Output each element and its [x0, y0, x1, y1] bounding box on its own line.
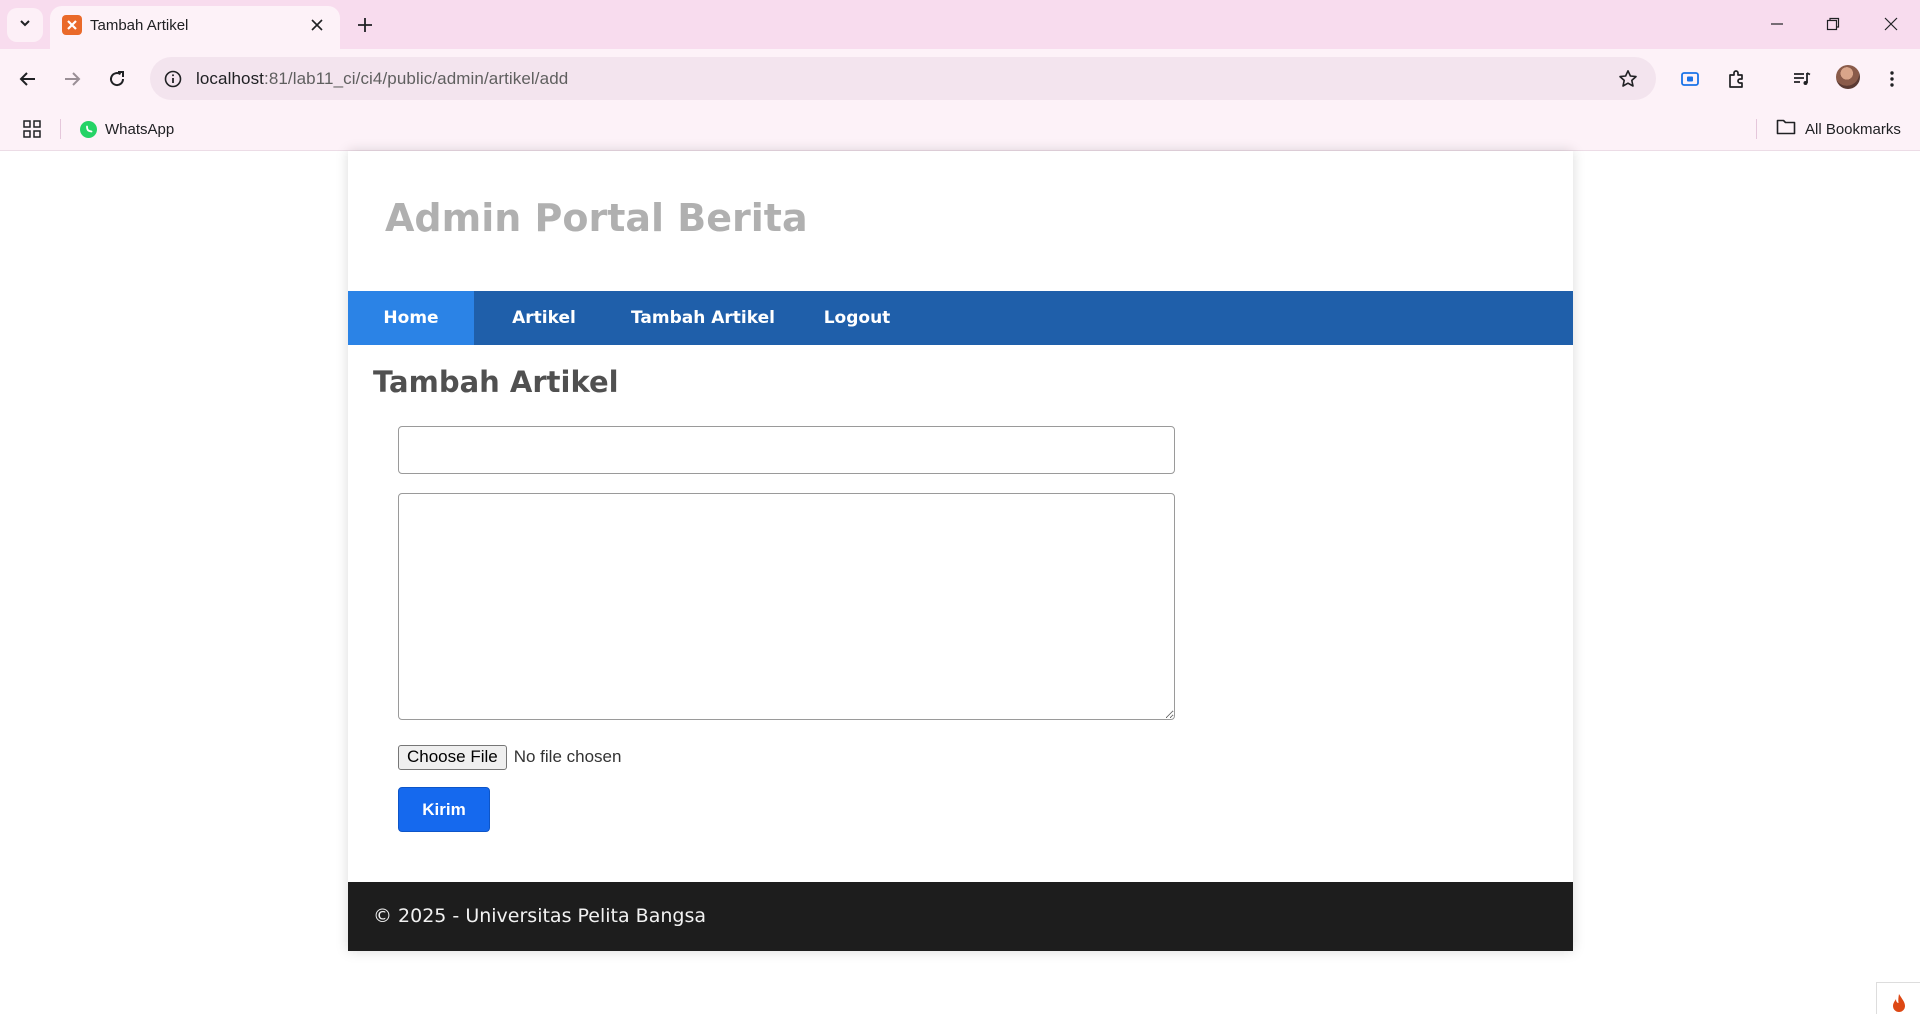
profile-avatar[interactable]	[1836, 65, 1860, 89]
site-info-icon[interactable]	[162, 68, 184, 90]
folder-icon	[1776, 118, 1796, 140]
nav-artikel[interactable]: Artikel	[474, 291, 614, 345]
footer-text: © 2025 - Universitas Pelita Bangsa	[373, 905, 706, 927]
page-heading: Tambah Artikel	[373, 365, 619, 399]
arrow-left-icon	[19, 72, 35, 86]
browser-tab-strip: Tambah Artikel	[0, 0, 1920, 49]
more-menu-icon[interactable]	[1876, 63, 1908, 95]
main-nav: Home Artikel Tambah Artikel Logout	[348, 291, 1573, 345]
media-control-icon[interactable]	[1786, 63, 1818, 95]
chevron-down-icon	[18, 16, 32, 35]
screencast-icon[interactable]	[1674, 63, 1706, 95]
url-text: localhost:81/lab11_ci/ci4/public/admin/a…	[196, 69, 568, 89]
debug-toolbar-icon[interactable]	[1876, 982, 1920, 1014]
xampp-favicon-icon	[62, 15, 82, 35]
article-content-textarea[interactable]	[398, 493, 1175, 720]
browser-toolbar: localhost:81/lab11_ci/ci4/public/admin/a…	[0, 49, 1920, 108]
reload-button[interactable]	[101, 63, 133, 95]
close-icon	[1884, 17, 1898, 31]
star-icon[interactable]	[1616, 67, 1640, 91]
forward-button[interactable]	[56, 63, 88, 95]
extensions-icon[interactable]	[1720, 63, 1752, 95]
article-title-input[interactable]	[398, 426, 1175, 474]
submit-button[interactable]: Kirim	[398, 787, 490, 832]
restore-button[interactable]	[1813, 8, 1853, 40]
arrow-right-icon	[65, 72, 81, 86]
close-window-button[interactable]	[1871, 8, 1911, 40]
whatsapp-icon	[80, 120, 97, 138]
site-title: Admin Portal Berita	[385, 196, 808, 240]
page-container: Admin Portal Berita Home Artikel Tambah …	[348, 151, 1573, 951]
file-upload: Choose File No file chosen	[398, 744, 621, 770]
restore-icon	[1826, 17, 1840, 31]
new-tab-button[interactable]	[352, 12, 378, 38]
apps-grid-icon[interactable]	[20, 117, 44, 141]
tab-search-button[interactable]	[7, 8, 43, 42]
plus-icon	[358, 18, 372, 32]
nav-home[interactable]: Home	[348, 291, 474, 345]
all-bookmarks-label: All Bookmarks	[1805, 120, 1901, 138]
bookmarks-divider	[1756, 119, 1757, 139]
browser-tab-active[interactable]: Tambah Artikel	[50, 6, 340, 49]
file-status-text: No file chosen	[513, 747, 622, 766]
tab-title: Tambah Artikel	[90, 17, 189, 34]
url-host: localhost	[196, 69, 264, 88]
bookmark-whatsapp[interactable]: WhatsApp	[80, 117, 174, 141]
nav-logout[interactable]: Logout	[792, 291, 922, 345]
reload-icon	[110, 71, 125, 87]
site-footer: © 2025 - Universitas Pelita Bangsa	[348, 882, 1573, 951]
bookmark-whatsapp-label: WhatsApp	[105, 120, 175, 138]
close-icon[interactable]	[306, 14, 328, 36]
minimize-button[interactable]	[1757, 8, 1797, 40]
site-header: Admin Portal Berita	[348, 151, 1573, 291]
bookmarks-bar: WhatsApp All Bookmarks	[0, 108, 1920, 151]
bookmarks-divider	[60, 119, 61, 139]
choose-file-button[interactable]: Choose File	[398, 744, 507, 770]
all-bookmarks-button[interactable]: All Bookmarks	[1776, 117, 1901, 141]
address-bar[interactable]: localhost:81/lab11_ci/ci4/public/admin/a…	[150, 57, 1656, 100]
nav-tambah-artikel[interactable]: Tambah Artikel	[614, 291, 792, 345]
back-button[interactable]	[12, 63, 44, 95]
url-path: :81/lab11_ci/ci4/public/admin/artikel/ad…	[264, 69, 569, 88]
minimize-icon	[1771, 23, 1783, 25]
